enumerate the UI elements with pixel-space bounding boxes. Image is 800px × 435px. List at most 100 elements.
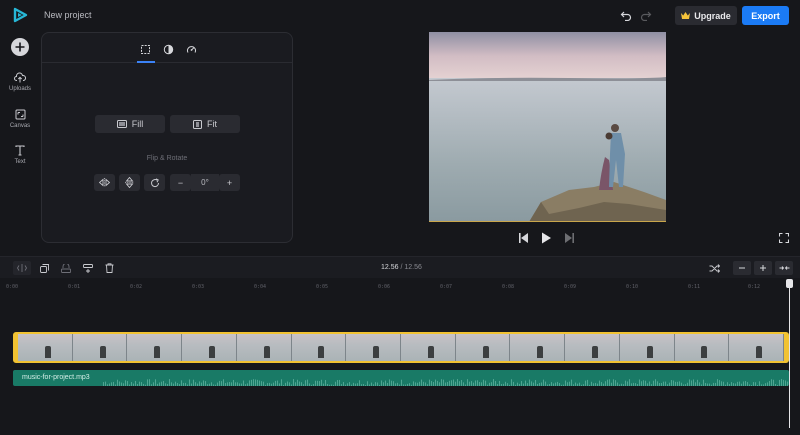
waveform-bar bbox=[299, 381, 300, 386]
sidebar-item-text[interactable]: Text bbox=[0, 145, 40, 165]
waveform-bar bbox=[337, 380, 338, 386]
waveform-bar bbox=[345, 384, 346, 386]
fit-button[interactable]: Fit bbox=[170, 115, 240, 133]
fit-icon bbox=[193, 119, 202, 129]
waveform-bar bbox=[593, 383, 594, 386]
fill-button[interactable]: Fill bbox=[95, 115, 165, 133]
waveform-bar bbox=[375, 382, 376, 386]
waveform-bar bbox=[483, 379, 484, 386]
waveform-bar bbox=[449, 380, 450, 386]
waveform-bar bbox=[663, 381, 664, 386]
waveform-bar bbox=[675, 381, 676, 386]
tab-adjust[interactable] bbox=[160, 41, 176, 57]
skip-back-icon[interactable] bbox=[519, 233, 528, 243]
flip-horizontal-button[interactable] bbox=[94, 174, 115, 191]
waveform-bar bbox=[379, 384, 380, 386]
sidebar-item-uploads[interactable]: Uploads bbox=[0, 72, 40, 92]
waveform-bar bbox=[573, 384, 574, 386]
rotation-value[interactable]: 0° bbox=[191, 174, 219, 191]
waveform-bar bbox=[453, 379, 454, 386]
video-preview[interactable] bbox=[429, 32, 666, 222]
duplicate-button[interactable] bbox=[35, 261, 53, 275]
time-separator: / bbox=[400, 264, 403, 271]
add-track-button[interactable] bbox=[79, 261, 97, 275]
skip-forward-icon[interactable] bbox=[565, 233, 574, 243]
waveform-bar bbox=[587, 379, 588, 386]
waveform-bar bbox=[371, 382, 372, 386]
rotate-increase-button[interactable]: + bbox=[219, 174, 240, 191]
redo-icon[interactable] bbox=[640, 9, 652, 21]
fullscreen-icon[interactable] bbox=[779, 233, 789, 243]
add-media-button[interactable] bbox=[11, 38, 29, 56]
waveform-bar bbox=[223, 379, 224, 386]
waveform-bar bbox=[747, 382, 748, 386]
zoom-out-button[interactable] bbox=[733, 261, 751, 275]
waveform-bar bbox=[537, 383, 538, 386]
waveform-bar bbox=[679, 381, 680, 386]
waveform-bar bbox=[657, 381, 658, 386]
waveform-bar bbox=[233, 379, 234, 386]
waveform-bar bbox=[623, 384, 624, 386]
waveform-bar bbox=[613, 379, 614, 386]
video-track-clip[interactable] bbox=[13, 332, 789, 363]
waveform-bar bbox=[501, 383, 502, 386]
flip-vertical-button[interactable] bbox=[119, 174, 140, 191]
fit-timeline-button[interactable] bbox=[775, 261, 793, 275]
export-button[interactable]: Export bbox=[742, 6, 789, 25]
waveform-bar bbox=[377, 382, 378, 386]
waveform-bar bbox=[519, 383, 520, 386]
waveform-bar bbox=[567, 382, 568, 386]
time-display: 12.56 / 12.56 bbox=[381, 264, 422, 271]
waveform-bar bbox=[611, 382, 612, 386]
waveform-bar bbox=[525, 380, 526, 386]
app-logo-icon[interactable] bbox=[12, 7, 28, 23]
waveform-bar bbox=[395, 383, 396, 386]
waveform-bar bbox=[591, 381, 592, 386]
waveform-bar bbox=[723, 381, 724, 386]
waveform-bar bbox=[507, 383, 508, 386]
audio-track-clip[interactable]: music-for-project.mp3 bbox=[13, 370, 789, 386]
waveform-bar bbox=[521, 381, 522, 386]
upgrade-button[interactable]: Upgrade bbox=[675, 6, 737, 25]
rotate-decrease-button[interactable]: − bbox=[170, 174, 191, 191]
panel-tabs bbox=[42, 33, 292, 63]
waveform-bar bbox=[331, 384, 332, 386]
waveform-bar bbox=[653, 380, 654, 386]
undo-icon[interactable] bbox=[620, 9, 632, 21]
timeline-ruler[interactable]: 0:00 0:01 0:02 0:03 0:04 0:05 0:06 0:07 … bbox=[0, 279, 800, 293]
waveform-bar bbox=[703, 379, 704, 386]
clip-thumbnail bbox=[729, 334, 784, 361]
project-name[interactable]: New project bbox=[44, 10, 92, 20]
waveform-bar bbox=[661, 382, 662, 386]
clip-thumbnail bbox=[236, 334, 292, 361]
waveform-bar bbox=[643, 380, 644, 386]
tab-crop[interactable] bbox=[137, 41, 153, 57]
waveform-bar bbox=[671, 380, 672, 386]
delete-button[interactable] bbox=[100, 261, 118, 275]
waveform-bar bbox=[385, 380, 386, 386]
tab-speed[interactable] bbox=[183, 41, 199, 57]
waveform-bar bbox=[489, 382, 490, 386]
top-bar: New project Upgrade Export bbox=[0, 0, 800, 30]
play-icon[interactable] bbox=[542, 232, 551, 244]
zoom-in-button[interactable] bbox=[754, 261, 772, 275]
waveform-bar bbox=[753, 382, 754, 386]
active-tab-indicator bbox=[137, 61, 155, 63]
waveform-bar bbox=[775, 383, 776, 386]
sidebar-item-canvas[interactable]: Canvas bbox=[0, 109, 40, 129]
waveform-bar bbox=[389, 379, 390, 386]
detach-audio-button[interactable] bbox=[57, 261, 75, 275]
split-button[interactable] bbox=[13, 261, 31, 275]
shuffle-button[interactable] bbox=[705, 261, 723, 275]
add-track-icon bbox=[83, 263, 93, 273]
rotate-button[interactable] bbox=[144, 174, 165, 191]
waveform-bar bbox=[755, 382, 756, 386]
zoom-out-icon bbox=[739, 267, 745, 269]
waveform-bar bbox=[327, 383, 328, 386]
waveform-bar bbox=[621, 383, 622, 386]
waveform-bar bbox=[145, 384, 146, 386]
waveform-bar bbox=[511, 379, 512, 386]
waveform-bar bbox=[601, 382, 602, 386]
waveform-bar bbox=[383, 382, 384, 386]
waveform-bar bbox=[169, 379, 170, 386]
